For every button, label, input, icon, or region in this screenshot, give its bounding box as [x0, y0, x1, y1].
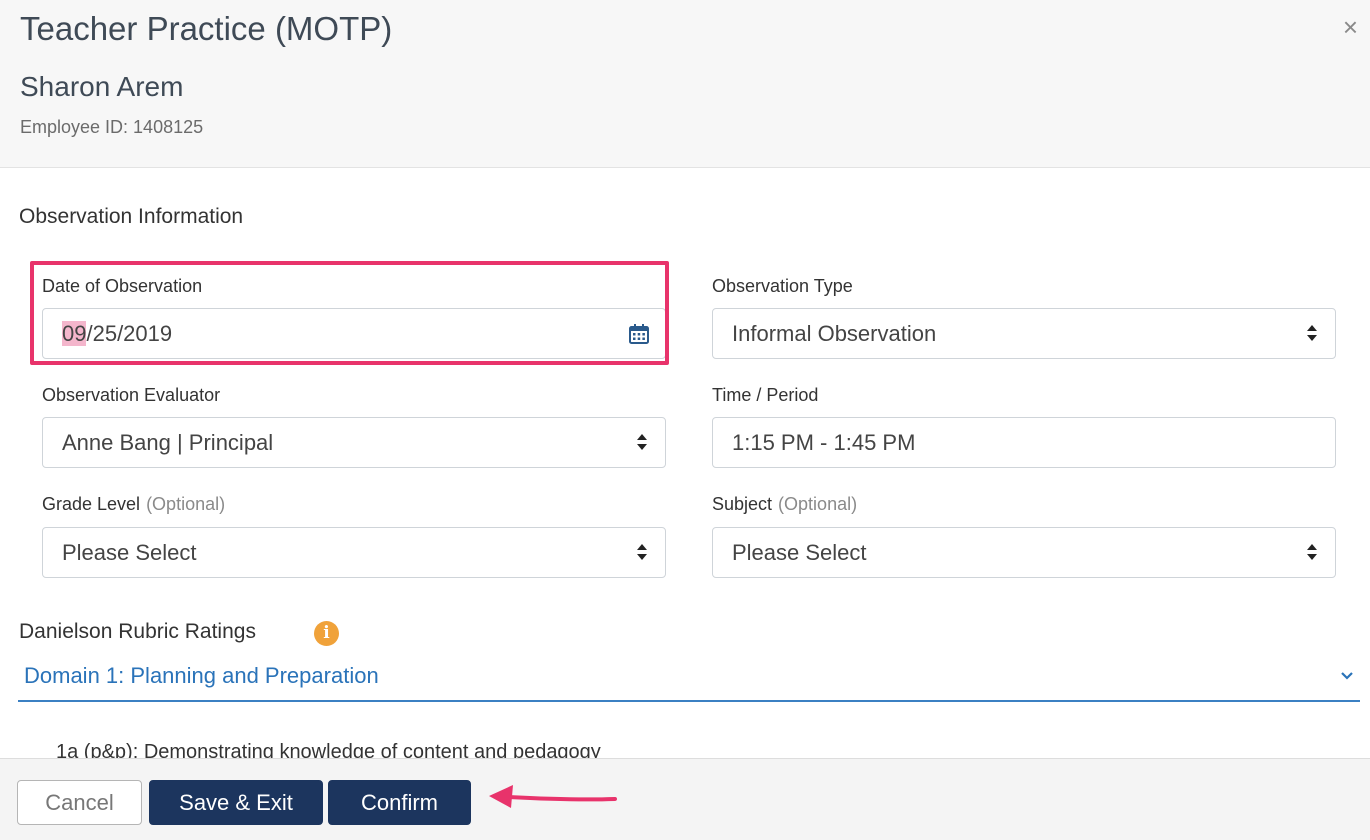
grade-level-label-text: Grade Level — [42, 494, 141, 514]
time-period-value: 1:15 PM - 1:45 PM — [732, 429, 916, 455]
modal-footer: Cancel Save & Exit Confirm — [0, 758, 1370, 840]
select-arrows-icon — [1306, 544, 1318, 562]
domain-1-accordion[interactable]: Domain 1: Planning and Preparation — [18, 655, 1360, 702]
evaluator-value: Anne Bang | Principal — [62, 429, 274, 455]
chevron-down-icon — [1341, 672, 1353, 680]
subject-select[interactable]: Please Select — [712, 527, 1336, 578]
observation-type-value: Informal Observation — [732, 320, 937, 346]
annotation-highlight-box — [30, 261, 669, 365]
save-exit-button[interactable]: Save & Exit — [149, 780, 323, 825]
grade-level-value: Please Select — [62, 539, 197, 565]
employee-name: Sharon Arem — [20, 71, 184, 102]
observation-type-select[interactable]: Informal Observation — [712, 308, 1336, 359]
info-icon[interactable]: i — [314, 621, 339, 646]
modal-title: Teacher Practice (MOTP) — [20, 10, 393, 47]
optional-tag: (Optional) — [146, 494, 226, 514]
select-arrows-icon — [1306, 325, 1318, 343]
employee-id-value: 1408125 — [133, 117, 204, 137]
close-icon[interactable]: × — [1343, 14, 1358, 40]
domain-1-label: Domain 1: Planning and Preparation — [24, 663, 379, 688]
subject-value: Please Select — [732, 539, 867, 565]
modal-header: Teacher Practice (MOTP) × Sharon Arem Em… — [0, 0, 1370, 168]
grade-level-label: Grade Level (Optional) — [42, 494, 225, 515]
evaluator-select[interactable]: Anne Bang | Principal — [42, 417, 666, 468]
time-period-input[interactable]: 1:15 PM - 1:45 PM — [712, 417, 1336, 468]
rubric-title: Danielson Rubric Ratings — [19, 620, 256, 643]
grade-level-select[interactable]: Please Select — [42, 527, 666, 578]
optional-tag: (Optional) — [778, 494, 858, 514]
select-arrows-icon — [636, 434, 648, 452]
employee-id: Employee ID: 1408125 — [20, 117, 203, 138]
subject-label: Subject (Optional) — [712, 494, 857, 515]
observation-type-label: Observation Type — [712, 276, 853, 296]
annotation-arrow-icon — [489, 785, 617, 808]
cancel-button[interactable]: Cancel — [17, 780, 142, 825]
evaluator-label: Observation Evaluator — [42, 385, 221, 405]
confirm-button[interactable]: Confirm — [328, 780, 471, 825]
select-arrows-icon — [636, 544, 648, 562]
time-period-label: Time / Period — [712, 385, 819, 405]
employee-id-label: Employee ID: — [20, 117, 129, 137]
section-title-observation: Observation Information — [19, 205, 244, 228]
subject-label-text: Subject — [712, 494, 773, 514]
